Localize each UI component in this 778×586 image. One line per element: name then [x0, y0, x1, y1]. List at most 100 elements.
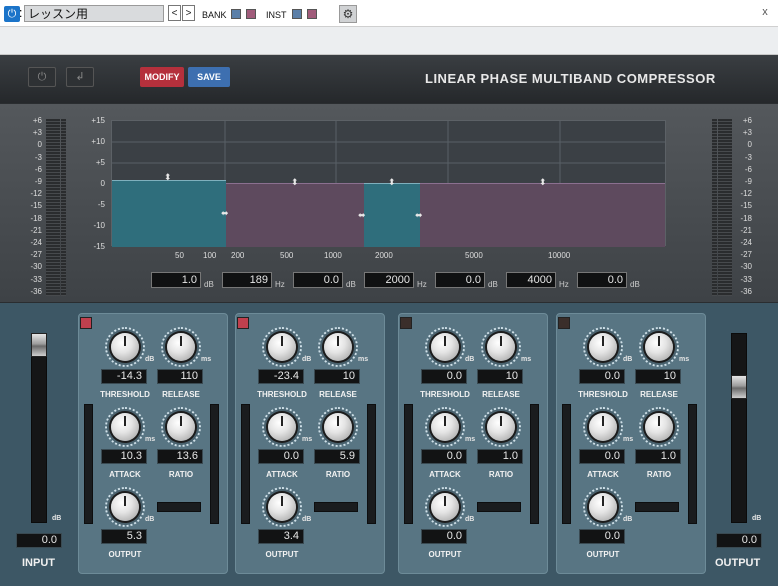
- band-3-attack-value[interactable]: 0.0: [421, 449, 467, 464]
- band-2-output-value[interactable]: 3.4: [258, 529, 304, 544]
- band-3-output-value[interactable]: 0.0: [421, 529, 467, 544]
- band-2-ratio-knob[interactable]: [324, 413, 352, 441]
- band-3-threshold-value[interactable]: 0.0: [421, 369, 467, 384]
- band-4-release-knob[interactable]: [645, 333, 673, 361]
- band-2-release-knob[interactable]: [324, 333, 352, 361]
- band-3-output-knob[interactable]: [431, 493, 459, 521]
- band-1-release-knob-indicator: [180, 336, 182, 346]
- meter-scale-label: 0: [37, 140, 42, 150]
- band-1-attack-label: ATTACK: [109, 470, 141, 479]
- band-1-output-knob[interactable]: [111, 493, 139, 521]
- band-1-gain-handle-icon[interactable]: ⬍: [164, 172, 172, 183]
- band-2-gain-handle-icon[interactable]: ⬍: [291, 177, 299, 188]
- input-fader-handle[interactable]: [31, 333, 47, 357]
- output-value[interactable]: 0.0: [716, 533, 762, 548]
- output-fader-track[interactable]: [731, 333, 747, 523]
- band-4-attack-knob[interactable]: [589, 413, 617, 441]
- band-4-threshold-knob[interactable]: [589, 333, 617, 361]
- band-3-ratio-knob[interactable]: [487, 413, 515, 441]
- band-4-ratio-label: RATIO: [646, 470, 672, 479]
- band-3-release-knob-indicator: [500, 336, 502, 346]
- preset-name-field[interactable]: レッスン用: [24, 5, 164, 22]
- band-3-threshold-knob[interactable]: [431, 333, 459, 361]
- crossover-3-value[interactable]: 4000: [506, 272, 556, 288]
- modify-button[interactable]: MODIFY: [140, 67, 184, 87]
- band-2-threshold-value[interactable]: -23.4: [258, 369, 304, 384]
- crossover-3-handle-icon[interactable]: ⬌: [415, 210, 423, 221]
- band-4-output-knob-indicator: [602, 496, 604, 506]
- band-3-ratio-knob-indicator: [500, 416, 502, 426]
- band-2-attack-unit: ms: [302, 436, 313, 443]
- band-2-attack-value[interactable]: 0.0: [258, 449, 304, 464]
- preset-prev-button[interactable]: <: [168, 5, 181, 21]
- band-1-ratio-value[interactable]: 13.6: [157, 449, 203, 464]
- band-2-ratio-value[interactable]: 5.9: [314, 449, 360, 464]
- band-4-release-value[interactable]: 10: [635, 369, 681, 384]
- band-4-output-knob[interactable]: [589, 493, 617, 521]
- band-3-region[interactable]: [364, 183, 420, 247]
- input-value[interactable]: 0.0: [16, 533, 62, 548]
- bypass-power-icon[interactable]: ⏻: [28, 67, 56, 87]
- band-1-release-value[interactable]: 110: [157, 369, 203, 384]
- band-1-region[interactable]: [112, 180, 226, 247]
- crossover-1-value[interactable]: 189: [222, 272, 272, 288]
- power-icon[interactable]: ⏻: [4, 6, 20, 22]
- band-1-enable-toggle[interactable]: [80, 317, 92, 329]
- graph-x-label: 10000: [548, 251, 571, 260]
- crossover-1-handle-icon[interactable]: ⬌: [221, 208, 229, 219]
- band-2-attack-knob[interactable]: [268, 413, 296, 441]
- meter-scale-label: -36: [740, 286, 752, 296]
- band-1-threshold-value[interactable]: -14.3: [101, 369, 147, 384]
- output-level-meter: [718, 119, 732, 296]
- band-3-release-knob[interactable]: [487, 333, 515, 361]
- band-4-threshold-value[interactable]: 0.0: [579, 369, 625, 384]
- band-1-output-value[interactable]: 5.3: [101, 529, 147, 544]
- close-button[interactable]: x: [756, 4, 774, 22]
- save-button[interactable]: SAVE: [188, 67, 230, 87]
- band-4-ratio-knob[interactable]: [645, 413, 673, 441]
- band-3-ratio-value[interactable]: 1.0: [477, 449, 523, 464]
- preset-next-button[interactable]: >: [182, 5, 195, 21]
- band-3-release-value[interactable]: 10: [477, 369, 523, 384]
- band-3-output-unit: dB: [465, 516, 475, 523]
- band-4-ratio-value[interactable]: 1.0: [635, 449, 681, 464]
- band-4-region[interactable]: [420, 183, 665, 247]
- band-1-threshold-knob[interactable]: [111, 333, 139, 361]
- band-1-release-knob[interactable]: [167, 333, 195, 361]
- band-3-enable-toggle[interactable]: [400, 317, 412, 329]
- band-4-output-value[interactable]: 0.0: [579, 529, 625, 544]
- band-2-output-knob[interactable]: [268, 493, 296, 521]
- return-icon[interactable]: ↲: [66, 67, 94, 87]
- band-2-threshold-unit: dB: [302, 356, 312, 363]
- band-2-gain-value[interactable]: 0.0: [293, 272, 343, 288]
- band-2-region[interactable]: [226, 183, 364, 247]
- band-4-enable-toggle[interactable]: [558, 317, 570, 329]
- inst-color-a[interactable]: [292, 9, 302, 19]
- band-2-release-value[interactable]: 10: [314, 369, 360, 384]
- meter-scale-label: -6: [34, 164, 42, 174]
- meter-scale-label: +3: [742, 128, 752, 138]
- band-4-attack-value[interactable]: 0.0: [579, 449, 625, 464]
- band-3-attack-knob[interactable]: [431, 413, 459, 441]
- input-level-meter-side: [61, 119, 66, 296]
- band-1-attack-knob[interactable]: [111, 413, 139, 441]
- band-1-ratio-knob[interactable]: [167, 413, 195, 441]
- crossover-2-handle-icon[interactable]: ⬌: [358, 210, 366, 221]
- band-2-threshold-knob[interactable]: [268, 333, 296, 361]
- input-fader-track[interactable]: [31, 333, 47, 523]
- band-4-gain-handle-icon[interactable]: ⬍: [539, 177, 547, 188]
- band-4-attack-unit: ms: [623, 436, 634, 443]
- bank-color-a[interactable]: [231, 9, 241, 19]
- bank-color-b[interactable]: [246, 9, 256, 19]
- band-3-gain-handle-icon[interactable]: ⬍: [388, 177, 396, 188]
- inst-color-b[interactable]: [307, 9, 317, 19]
- band-3-output-knob-indicator: [444, 496, 446, 506]
- band-3-gain-value[interactable]: 0.0: [435, 272, 485, 288]
- band-4-gain-value[interactable]: 0.0: [577, 272, 627, 288]
- gear-icon[interactable]: ⚙: [339, 5, 357, 23]
- band-1-gain-value[interactable]: 1.0: [151, 272, 201, 288]
- output-fader-handle[interactable]: [731, 375, 747, 399]
- band-1-attack-value[interactable]: 10.3: [101, 449, 147, 464]
- crossover-2-value[interactable]: 2000: [364, 272, 414, 288]
- band-2-enable-toggle[interactable]: [237, 317, 249, 329]
